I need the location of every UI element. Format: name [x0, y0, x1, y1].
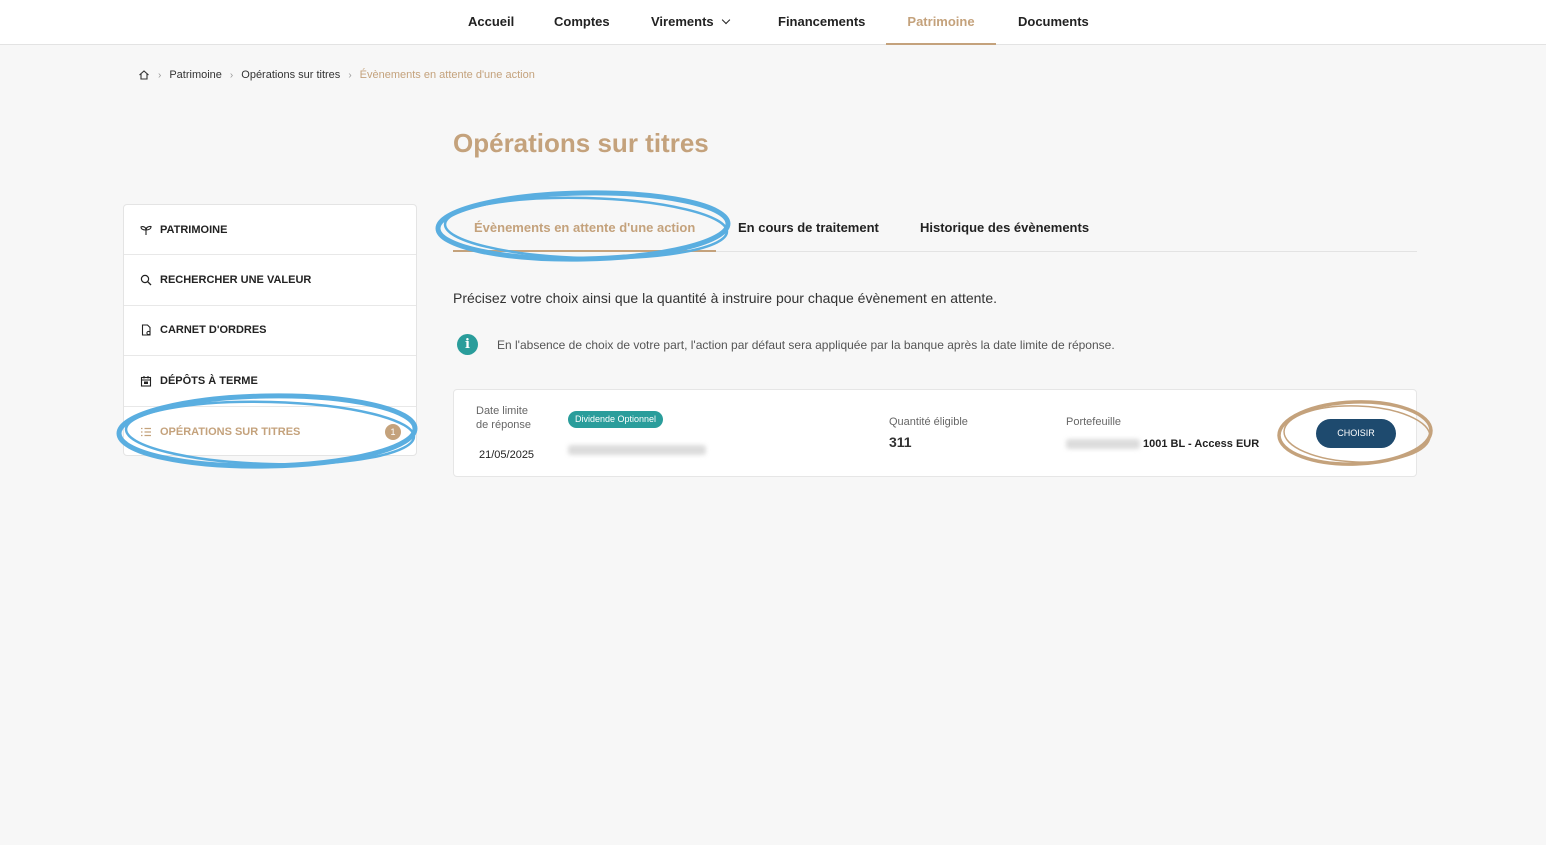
sidebar-item-depots[interactable]: DÉPÔTS À TERME [124, 356, 416, 407]
page-title: Opérations sur titres [453, 128, 709, 158]
nav-comptes[interactable]: Comptes [554, 0, 610, 45]
info-notice: i En l'absence de choix de votre part, l… [457, 334, 1115, 355]
intro-text: Précisez votre choix ainsi que la quanti… [453, 290, 997, 306]
tab-in-progress[interactable]: En cours de traitement [738, 214, 879, 252]
top-navigation: Accueil Comptes Virements Financements P… [0, 0, 1546, 45]
portfolio-name: 1001 BL - Access EUR [1143, 438, 1260, 450]
sidebar-item-label: DÉPÔTS À TERME [160, 374, 258, 387]
chevron-down-icon [721, 15, 730, 25]
nav-financements[interactable]: Financements [778, 0, 865, 45]
redacted-security-name [568, 445, 706, 455]
quantity-label: Quantité éligible [889, 416, 968, 428]
nav-virements-label: Virements [651, 14, 714, 29]
nav-accueil[interactable]: Accueil [468, 0, 514, 45]
breadcrumb-separator: › [348, 69, 352, 81]
list-icon [139, 425, 152, 438]
portfolio-label: Portefeuille [1066, 416, 1122, 428]
tab-bar: Évènements en attente d'une action En co… [453, 214, 1417, 252]
breadcrumb-separator: › [158, 69, 162, 81]
breadcrumb-current: Évènements en attente d'une action [359, 69, 535, 81]
breadcrumb-operations[interactable]: Opérations sur titres [241, 69, 340, 81]
info-icon: i [457, 334, 478, 355]
nav-virements[interactable]: Virements [651, 0, 730, 45]
sidebar-item-label: OPÉRATIONS SUR TITRES [160, 425, 301, 438]
deadline-label-line1: Date limite [476, 405, 528, 417]
tab-history[interactable]: Historique des évènements [920, 214, 1089, 252]
breadcrumb-separator: › [229, 69, 234, 81]
deadline-label: Date limite de réponse [476, 404, 531, 432]
redacted-portfolio-number [1066, 439, 1140, 449]
nav-documents[interactable]: Documents [1018, 0, 1089, 45]
quantity-value: 311 [889, 434, 912, 450]
event-type-badge: Dividende Optionnel [568, 411, 664, 428]
sidebar: PATRIMOINE RECHERCHER UNE VALEUR CARNET … [123, 204, 417, 456]
sidebar-item-patrimoine[interactable]: PATRIMOINE [124, 205, 416, 256]
event-card: Date limite de réponse 21/05/2025 Divide… [453, 389, 1417, 477]
sidebar-item-label: RECHERCHER UNE VALEUR [160, 274, 312, 287]
tab-pending-events[interactable]: Évènements en attente d'une action [453, 214, 717, 252]
sidebar-item-label: CARNET D'ORDRES [160, 324, 267, 337]
nav-patrimoine[interactable]: Patrimoine [886, 0, 996, 45]
home-icon[interactable] [138, 69, 150, 81]
calendar-icon [139, 374, 152, 387]
sidebar-item-operations[interactable]: OPÉRATIONS SUR TITRES 1 [124, 407, 416, 457]
search-icon [139, 274, 152, 287]
sidebar-item-carnet[interactable]: CARNET D'ORDRES [124, 306, 416, 357]
deadline-label-line2: de réponse [476, 419, 532, 431]
document-icon [139, 324, 152, 337]
choose-button[interactable]: CHOISIR [1316, 419, 1396, 448]
sidebar-item-label: PATRIMOINE [160, 223, 228, 236]
sprout-icon [139, 223, 152, 236]
deadline-value: 21/05/2025 [479, 449, 535, 461]
sidebar-item-rechercher[interactable]: RECHERCHER UNE VALEUR [124, 255, 416, 306]
breadcrumb-patrimoine[interactable]: Patrimoine [169, 69, 222, 81]
count-badge: 1 [385, 423, 401, 440]
info-text: En l'absence de choix de votre part, l'a… [497, 337, 1115, 352]
breadcrumb: › Patrimoine › Opérations sur titres › É… [138, 67, 535, 83]
